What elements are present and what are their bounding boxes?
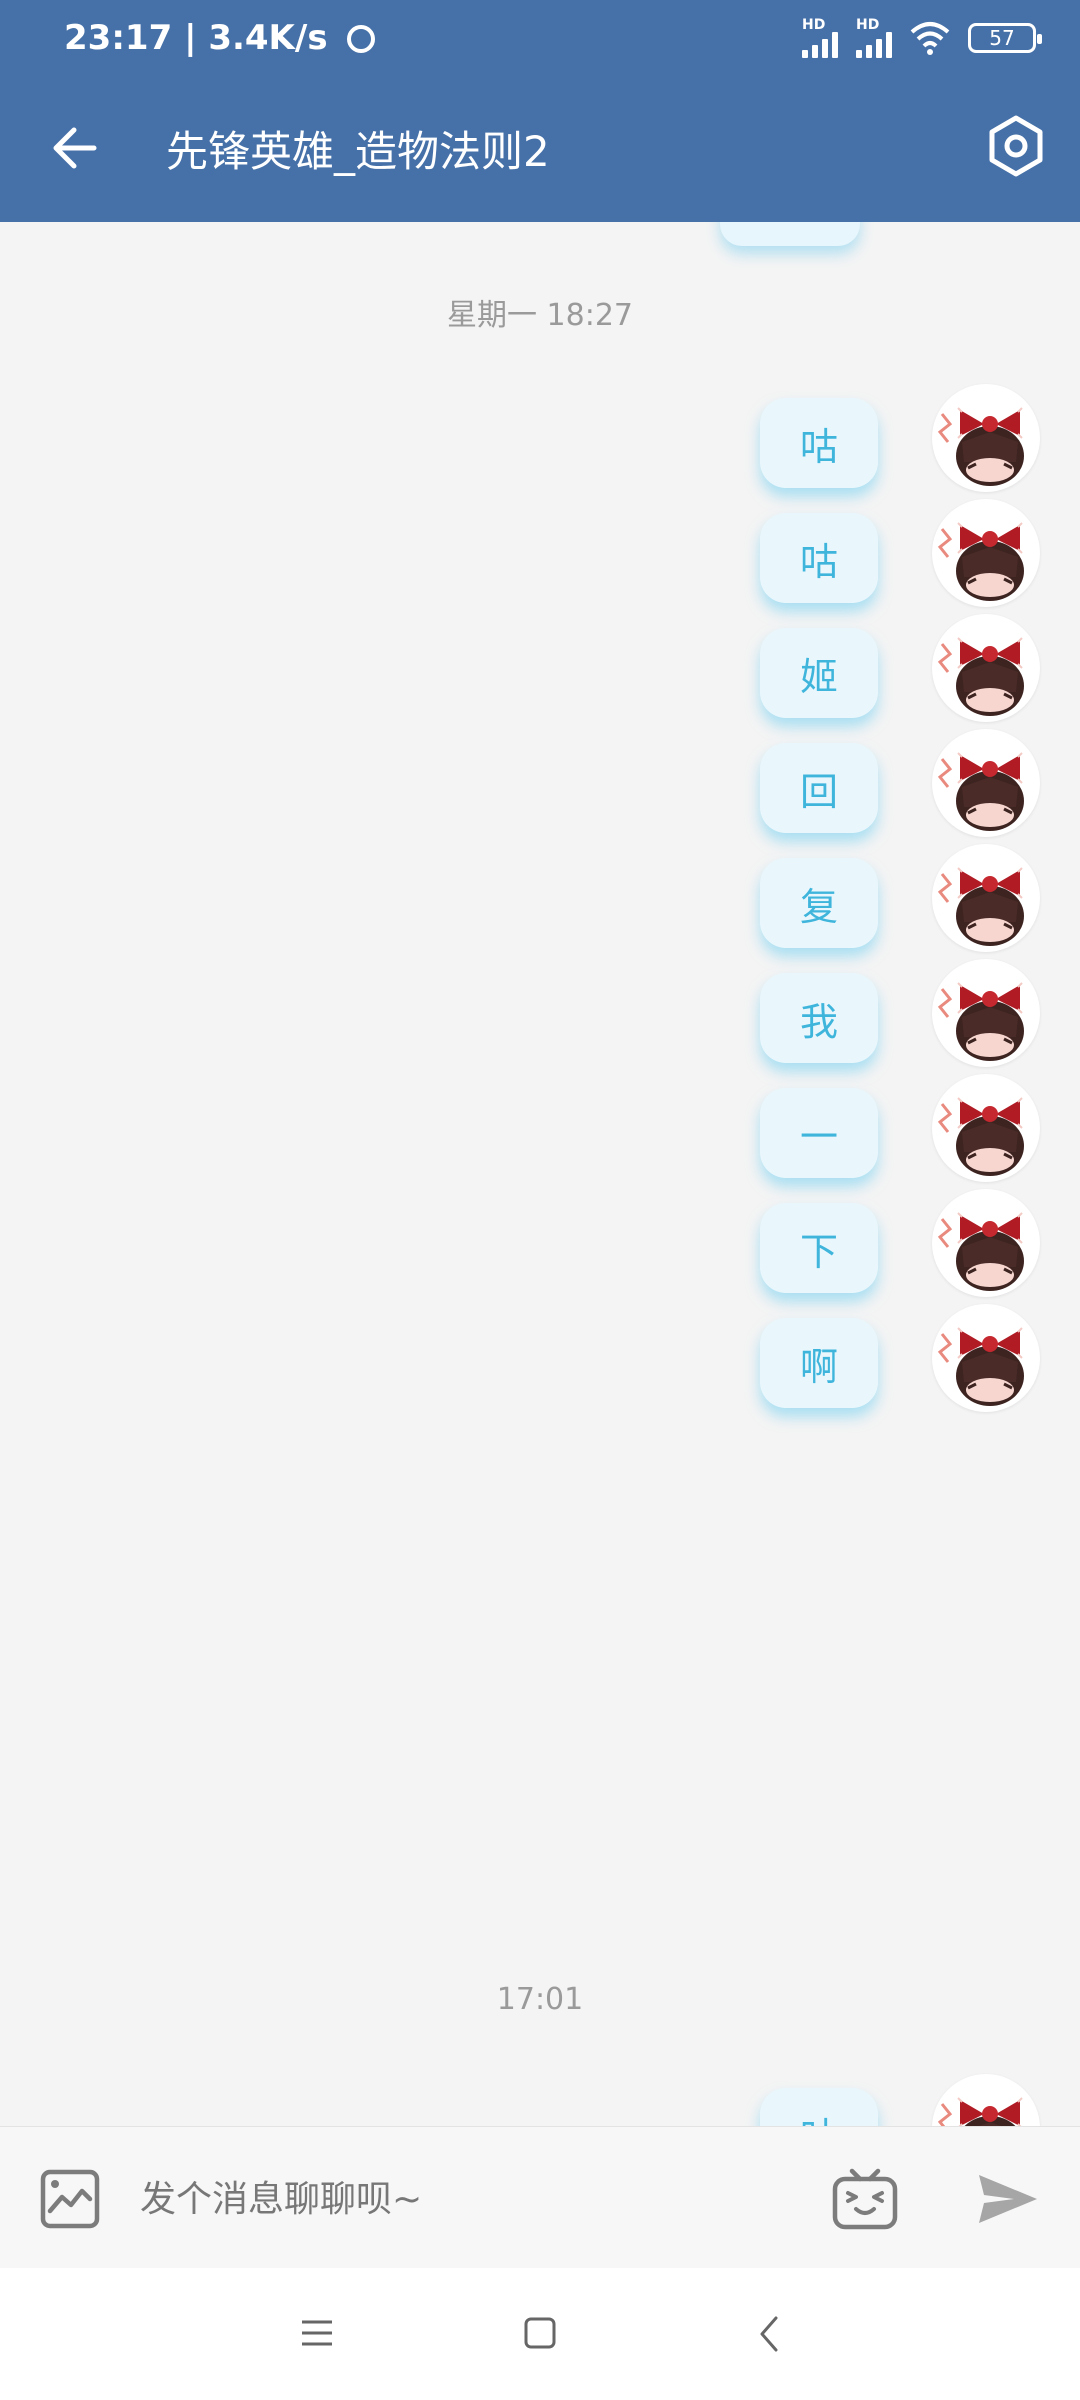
send-icon[interactable] (976, 2171, 1040, 2227)
avatar[interactable] (932, 499, 1040, 607)
message-input-bar (0, 2126, 1080, 2269)
avatar-image (937, 1212, 1024, 1291)
avatar[interactable] (932, 729, 1040, 837)
message-row: 回 (0, 729, 1080, 839)
system-nav-bar (0, 2268, 1080, 2400)
message-text: 回 (799, 769, 838, 814)
status-time-text: 23:17 | 3.4K/s (64, 18, 328, 58)
message-row: 咕 (0, 2074, 1080, 2126)
message-row: 啊 (0, 1304, 1080, 1414)
message-text: 咕 (799, 424, 838, 469)
image-icon[interactable] (38, 2167, 102, 2231)
message-row: 一 (0, 1074, 1080, 1184)
message-text: 姬 (799, 654, 838, 699)
settings-icon[interactable] (982, 112, 1050, 180)
status-icons: HD HD 57 (802, 18, 1042, 58)
message-bubble[interactable]: 咕 (760, 2088, 878, 2126)
back-arrow-icon[interactable] (44, 116, 108, 180)
avatar[interactable] (932, 959, 1040, 1067)
message-text: 啊 (799, 1344, 838, 1389)
message-bubble[interactable]: 咕 (760, 398, 878, 488)
avatar-image (937, 752, 1024, 831)
message-bubble[interactable]: 咕 (760, 513, 878, 603)
message-text: 咕 (800, 2106, 838, 2127)
avatar-image (937, 1327, 1024, 1406)
chat-area[interactable]: 星期一 18:27 咕咕姬回复我一下啊 17:01 咕 (0, 222, 1080, 2126)
message-row: 咕 (0, 499, 1080, 609)
message-input[interactable] (140, 2161, 780, 2237)
message-row: 咕 (0, 384, 1080, 494)
status-bar: 23:17 | 3.4K/s HD HD 57 (0, 0, 1080, 84)
avatar-image (937, 522, 1024, 601)
message-bubble[interactable]: 一 (760, 1088, 878, 1178)
home-icon[interactable] (523, 2316, 557, 2350)
wifi-icon (910, 22, 950, 55)
avatar[interactable] (932, 614, 1040, 722)
app-bar: 先锋英雄_造物法则2 (0, 84, 1080, 222)
avatar[interactable] (932, 2074, 1040, 2126)
avatar-image (937, 1097, 1024, 1176)
avatar[interactable] (932, 844, 1040, 952)
avatar-image (937, 982, 1024, 1061)
message-row: 下 (0, 1189, 1080, 1299)
message-text: 下 (799, 1229, 838, 1274)
menu-icon[interactable] (300, 2318, 334, 2348)
timestamp-label: 星期一 18:27 (447, 298, 633, 333)
timestamp-label: 17:01 (496, 1982, 584, 2017)
avatar-image (937, 637, 1024, 716)
emoji-icon[interactable] (830, 2163, 900, 2233)
signal-icon: HD (802, 18, 838, 58)
avatar[interactable] (932, 1304, 1040, 1412)
message-bubble-partial-top[interactable] (720, 222, 860, 246)
message-text: 咕 (799, 539, 838, 584)
avatar-image (937, 867, 1024, 946)
battery-icon: 57 (968, 23, 1042, 53)
signal-icon-2: HD (856, 18, 892, 58)
hd-label: HD (802, 17, 826, 33)
header-bar: 23:17 | 3.4K/s HD HD 57 先锋英雄_造物法则2 (0, 0, 1080, 222)
status-time-speed: 23:17 | 3.4K/s (64, 18, 376, 58)
avatar[interactable] (932, 384, 1040, 492)
battery-level: 57 (989, 26, 1015, 50)
hd-label-2: HD (856, 17, 880, 33)
message-row: 复 (0, 844, 1080, 954)
message-bubble[interactable]: 啊 (760, 1318, 878, 1408)
message-row: 姬 (0, 614, 1080, 724)
message-bubble[interactable]: 复 (760, 858, 878, 948)
message-row: 我 (0, 959, 1080, 1069)
message-bubble[interactable]: 姬 (760, 628, 878, 718)
message-text: 复 (799, 884, 838, 929)
message-text: 我 (799, 999, 838, 1044)
avatar[interactable] (932, 1074, 1040, 1182)
alarm-icon (347, 25, 376, 53)
chat-title: 先锋英雄_造物法则2 (166, 127, 550, 176)
message-bubble[interactable]: 回 (760, 743, 878, 833)
message-bubble[interactable]: 下 (760, 1203, 878, 1293)
message-text: 一 (799, 1114, 838, 1159)
avatar-image (937, 2097, 1023, 2126)
avatar-image (937, 407, 1024, 486)
nav-back-icon[interactable] (756, 2314, 782, 2354)
message-bubble[interactable]: 我 (760, 973, 878, 1063)
avatar[interactable] (932, 1189, 1040, 1297)
